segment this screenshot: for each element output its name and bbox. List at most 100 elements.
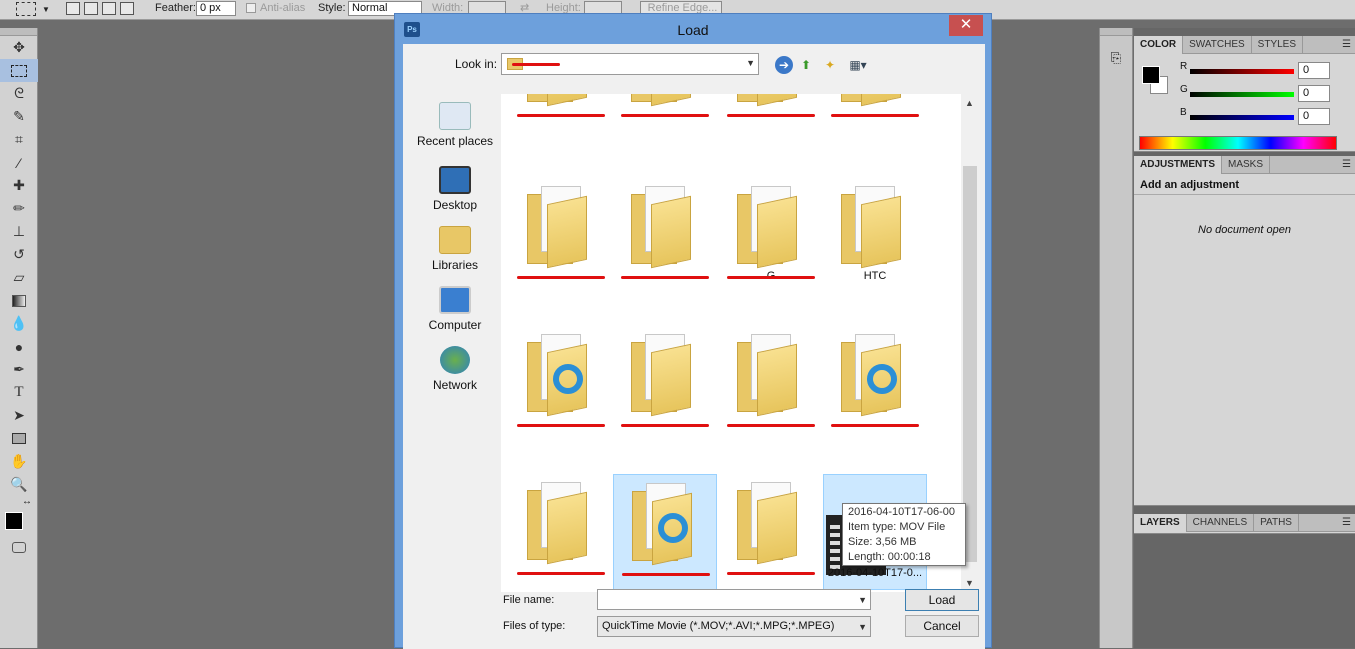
eraser-tool-icon[interactable]: ▱ xyxy=(0,266,38,289)
marquee-tool-icon[interactable] xyxy=(0,59,38,82)
pen-tool-icon[interactable]: ✒ xyxy=(0,358,38,381)
file-item[interactable]: HTC xyxy=(823,178,927,294)
red-value[interactable]: 0 xyxy=(1298,62,1330,79)
file-item[interactable] xyxy=(509,326,613,442)
desktop-icon xyxy=(439,166,471,194)
red-slider[interactable]: R 0 xyxy=(1180,61,1352,86)
move-tool-icon[interactable]: ✥ xyxy=(0,36,38,59)
place-desktop[interactable]: Desktop xyxy=(409,166,501,212)
scroll-up-icon[interactable]: ▲ xyxy=(965,98,974,108)
anti-alias-checkbox[interactable] xyxy=(246,3,256,13)
panel-menu-icon[interactable]: ☰ xyxy=(1342,517,1351,528)
look-in-select[interactable]: ▼ xyxy=(501,53,759,75)
foreground-color-swatch[interactable] xyxy=(5,512,23,530)
place-computer[interactable]: Computer xyxy=(409,286,501,332)
file-item[interactable] xyxy=(613,326,717,442)
toolbox-grip[interactable] xyxy=(0,28,37,36)
path-selection-tool-icon[interactable]: ➤ xyxy=(0,404,38,427)
file-item[interactable] xyxy=(509,178,613,294)
green-value[interactable]: 0 xyxy=(1298,85,1330,102)
panel-menu-icon[interactable]: ☰ xyxy=(1342,159,1351,170)
marquee-tool-preset-icon[interactable] xyxy=(16,2,36,16)
foreground-color-swatch[interactable] xyxy=(1142,66,1160,84)
tab-color[interactable]: COLOR xyxy=(1134,36,1184,54)
dock-grip[interactable] xyxy=(1100,28,1132,36)
quick-selection-tool-icon[interactable]: ✎ xyxy=(0,105,38,128)
new-selection-icon[interactable] xyxy=(66,2,80,15)
tab-swatches[interactable]: SWATCHES xyxy=(1183,36,1252,54)
no-document-message: No document open xyxy=(1198,224,1291,236)
cancel-button[interactable]: Cancel xyxy=(905,615,979,637)
add-adjustment-label: Add an adjustment xyxy=(1140,179,1240,191)
zoom-tool-icon[interactable]: 🔍 xyxy=(0,473,38,496)
tab-masks[interactable]: MASKS xyxy=(1222,156,1271,174)
feather-input[interactable]: 0 px xyxy=(196,1,236,16)
dodge-tool-icon[interactable]: ● xyxy=(0,335,38,358)
file-item[interactable] xyxy=(719,94,823,132)
style-label: Style: xyxy=(318,2,346,14)
green-slider[interactable]: G 0 xyxy=(1180,84,1352,109)
color-ramp[interactable] xyxy=(1139,136,1337,150)
tab-styles[interactable]: STYLES xyxy=(1252,36,1304,54)
folder-icon xyxy=(632,483,698,566)
file-item[interactable] xyxy=(823,94,927,132)
folder-icon xyxy=(841,94,907,107)
files-of-type-select[interactable]: QuickTime Movie (*.MOV;*.AVI;*.MPG;*.MPE… xyxy=(597,616,871,637)
tooltip-line: 2016-04-10T17-06-00 xyxy=(848,506,956,518)
place-libraries[interactable]: Libraries xyxy=(409,226,501,272)
healing-brush-tool-icon[interactable]: ✚ xyxy=(0,174,38,197)
clone-stamp-tool-icon[interactable]: ⊥ xyxy=(0,220,38,243)
view-menu-icon[interactable]: ▦▾ xyxy=(845,56,871,74)
eyedropper-tool-icon[interactable]: ⁄ xyxy=(0,151,38,174)
lasso-tool-icon[interactable]: ᘓ xyxy=(0,82,38,105)
panel-menu-icon[interactable]: ☰ xyxy=(1342,39,1351,50)
up-folder-icon[interactable]: ⬆ xyxy=(797,56,815,74)
type-tool-icon[interactable]: T xyxy=(0,381,38,404)
history-brush-tool-icon[interactable]: ↺ xyxy=(0,243,38,266)
file-item[interactable] xyxy=(613,94,717,132)
brush-tool-icon[interactable]: ✏ xyxy=(0,197,38,220)
file-item[interactable] xyxy=(719,474,823,590)
place-network[interactable]: Network xyxy=(409,346,501,392)
tab-layers[interactable]: LAYERS xyxy=(1134,514,1187,532)
dialog-titlebar[interactable]: Ps Load ✕ xyxy=(395,14,991,44)
new-folder-icon[interactable]: ✦ xyxy=(821,56,839,74)
file-name-input[interactable]: ▼ xyxy=(597,589,871,610)
tab-channels[interactable]: CHANNELS xyxy=(1187,514,1255,532)
subtract-selection-icon[interactable] xyxy=(102,2,116,15)
back-icon[interactable]: ➔ xyxy=(775,56,793,74)
file-item[interactable]: G xyxy=(719,178,823,294)
tab-paths[interactable]: PATHS xyxy=(1254,514,1299,532)
chevron-down-icon[interactable]: ▼ xyxy=(42,2,50,22)
tab-adjustments[interactable]: ADJUSTMENTS xyxy=(1134,156,1223,174)
redaction-scribble xyxy=(517,424,605,427)
folder-icon xyxy=(527,482,593,565)
crop-tool-icon[interactable]: ⌗ xyxy=(0,128,38,151)
blur-tool-icon[interactable]: 💧 xyxy=(0,312,38,335)
file-item[interactable] xyxy=(823,326,927,442)
scroll-down-icon[interactable]: ▼ xyxy=(965,578,974,588)
close-button[interactable]: ✕ xyxy=(949,15,983,36)
swap-colors-icon[interactable]: ↔ xyxy=(22,496,32,507)
quick-mask-icon[interactable] xyxy=(0,536,38,559)
place-recent[interactable]: Recent places xyxy=(409,102,501,148)
file-item[interactable] xyxy=(613,178,717,294)
file-name-label: File name: xyxy=(503,594,555,606)
file-item[interactable] xyxy=(509,94,613,132)
gradient-tool-icon[interactable] xyxy=(0,289,38,312)
add-selection-icon[interactable] xyxy=(84,2,98,15)
folder-icon xyxy=(527,334,593,417)
hand-tool-icon[interactable]: ✋ xyxy=(0,450,38,473)
folder-icon xyxy=(631,94,697,107)
redaction-scribble xyxy=(727,424,815,427)
blue-slider[interactable]: B 0 xyxy=(1180,107,1352,132)
load-button[interactable]: Load xyxy=(905,589,979,611)
rectangle-tool-icon[interactable] xyxy=(0,427,38,450)
blue-value[interactable]: 0 xyxy=(1298,108,1330,125)
intersect-selection-icon[interactable] xyxy=(120,2,134,15)
history-panel-icon[interactable]: ⎘ xyxy=(1106,50,1126,68)
file-item[interactable] xyxy=(509,474,613,590)
file-item[interactable] xyxy=(613,474,717,590)
file-item[interactable] xyxy=(719,326,823,442)
anti-alias-label: Anti-alias xyxy=(260,2,306,14)
